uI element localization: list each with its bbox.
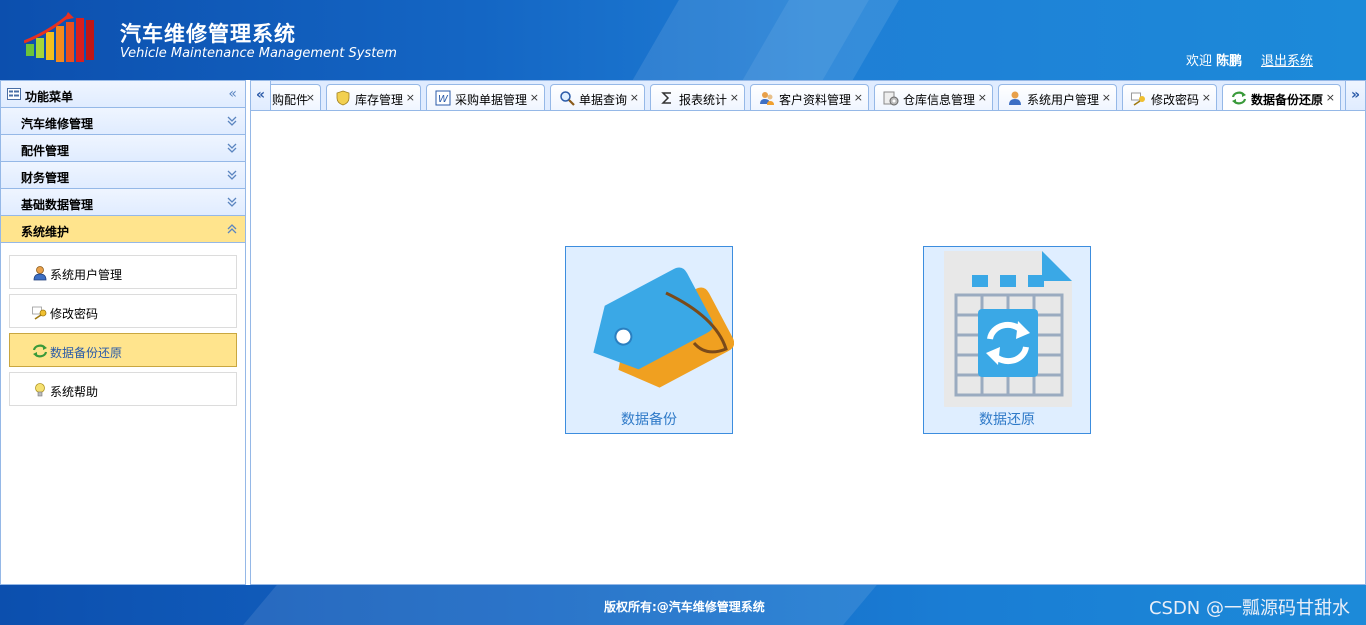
tab-label: 购配件 [272, 93, 309, 107]
tab-label: 系统用户管理 [1027, 93, 1100, 107]
menu-icon [7, 88, 21, 100]
sidebar-item-data-backup[interactable]: 数据备份还原 [9, 333, 237, 367]
app-header: 汽车维修管理系统 Vehicle Maintenance Management … [0, 0, 1366, 80]
key-icon [1131, 92, 1145, 106]
tab-change-password[interactable]: 修改密码 × [1122, 84, 1217, 110]
key-icon [32, 306, 47, 320]
restore-button[interactable]: 数据还原 [923, 246, 1091, 434]
restore-label: 数据还原 [979, 412, 1035, 428]
accordion-system-maintenance[interactable]: 系统维护 [1, 216, 245, 243]
tab-inventory[interactable]: 库存管理 × [326, 84, 421, 110]
sidebar-item-label: 修改密码 [50, 307, 99, 321]
collapse-sidebar-icon[interactable]: « [228, 86, 237, 102]
system-maintenance-menu: 系统用户管理 修改密码 数据备份还原 系统帮助 [1, 243, 245, 406]
sidebar-header: 功能菜单 « [1, 81, 245, 108]
close-icon[interactable]: × [530, 91, 539, 104]
refresh-icon [1231, 91, 1247, 105]
sidebar-title: 功能菜单 [25, 90, 74, 104]
tab-report-stats[interactable]: 报表统计 × [650, 84, 745, 110]
accordion-label: 汽车维修管理 [21, 117, 94, 131]
gear-icon [883, 91, 899, 106]
tab-data-backup[interactable]: 数据备份还原 × [1222, 84, 1341, 110]
tab-scroll-left-icon[interactable]: « [251, 81, 271, 110]
accordion-finance[interactable]: 财务管理 [1, 162, 245, 189]
sidebar-item-label: 数据备份还原 [50, 346, 123, 360]
tab-label: 客户资料管理 [779, 93, 852, 107]
tab-label: 修改密码 [1151, 93, 1200, 107]
chevron-down-icon [227, 197, 237, 207]
logo-icon [24, 12, 94, 62]
search-icon [560, 91, 575, 106]
user-name: 陈鹏 [1216, 54, 1243, 69]
backup-label: 数据备份 [621, 412, 677, 428]
welcome-prefix: 欢迎 [1186, 54, 1213, 69]
user-icon [1009, 91, 1021, 105]
close-icon[interactable]: × [306, 91, 315, 104]
sidebar-item-system-users[interactable]: 系统用户管理 [9, 255, 237, 289]
shield-icon [336, 90, 350, 106]
accordion-label: 系统维护 [21, 225, 70, 239]
close-icon[interactable]: × [1326, 91, 1335, 104]
accordion-label: 财务管理 [21, 171, 70, 185]
sigma-icon [661, 92, 671, 104]
word-icon: W [435, 90, 451, 106]
chevron-down-icon [227, 116, 237, 126]
welcome-text: 欢迎 陈鹏 [1186, 50, 1242, 69]
chevron-down-icon [227, 170, 237, 180]
bulb-icon [35, 383, 45, 397]
logout-link[interactable]: 退出系统 [1261, 50, 1313, 69]
copyright-text: 版权所有:@汽车维修管理系统 [604, 600, 765, 614]
app-subtitle: Vehicle Maintenance Management System [120, 46, 397, 61]
tab-label: 采购单据管理 [455, 93, 528, 107]
tab-scroll-right-icon[interactable]: » [1345, 81, 1365, 110]
close-icon[interactable]: × [1102, 91, 1111, 104]
sheet-refresh-icon [944, 251, 1072, 407]
chevron-up-icon [227, 224, 237, 234]
close-icon[interactable]: × [854, 91, 863, 104]
sidebar-item-label: 系统用户管理 [50, 268, 123, 282]
tab-customer-info[interactable]: 客户资料管理 × [750, 84, 869, 110]
svg-text:W: W [438, 94, 449, 105]
accordion-label: 基础数据管理 [21, 198, 94, 212]
tab-label: 数据备份还原 [1251, 93, 1324, 107]
backup-button[interactable]: 数据备份 [565, 246, 734, 434]
price-tag-icon [593, 267, 734, 388]
app-title: 汽车维修管理系统 [120, 22, 296, 46]
accordion-parts[interactable]: 配件管理 [1, 135, 245, 162]
app-footer: 版权所有:@汽车维修管理系统 CSDN @一瓢源码甘甜水 [0, 585, 1366, 625]
refresh-icon [32, 344, 48, 358]
close-icon[interactable]: × [630, 91, 639, 104]
tab-strip: 购配件 × 库存管理 × W 采购单据管理 × 单据查询 × 报表统计 × 客户… [251, 81, 1365, 111]
tab-label: 仓库信息管理 [903, 93, 976, 107]
sidebar-item-system-help[interactable]: 系统帮助 [9, 372, 237, 406]
tab-purchase-parts[interactable]: 购配件 × [265, 84, 321, 110]
close-icon[interactable]: × [978, 91, 987, 104]
chevron-down-icon [227, 143, 237, 153]
tab-label: 单据查询 [579, 93, 628, 107]
sidebar: 功能菜单 « 汽车维修管理 配件管理 财务管理 基础数据管理 系统维护 系统用户… [0, 80, 246, 585]
accordion-label: 配件管理 [21, 144, 70, 158]
sidebar-item-change-password[interactable]: 修改密码 [9, 294, 237, 328]
sidebar-item-label: 系统帮助 [50, 385, 99, 399]
watermark-text: CSDN @一瓢源码甘甜水 [1148, 598, 1350, 619]
close-icon[interactable]: × [406, 91, 415, 104]
accordion-vehicle-repair[interactable]: 汽车维修管理 [1, 108, 245, 135]
accordion-basic-data[interactable]: 基础数据管理 [1, 189, 245, 216]
tab-system-users[interactable]: 系统用户管理 × [998, 84, 1117, 110]
tab-document-query[interactable]: 单据查询 × [550, 84, 645, 110]
tab-content: 数据备份 数据还原 [251, 111, 1365, 584]
tab-warehouse-info[interactable]: 仓库信息管理 × [874, 84, 993, 110]
close-icon[interactable]: × [730, 91, 739, 104]
people-icon [760, 92, 774, 105]
tab-panel: 购配件 × 库存管理 × W 采购单据管理 × 单据查询 × 报表统计 × 客户… [250, 80, 1366, 585]
user-icon [33, 266, 47, 281]
close-icon[interactable]: × [1202, 91, 1211, 104]
tab-label: 报表统计 [679, 93, 728, 107]
tab-purchase-orders[interactable]: W 采购单据管理 × [426, 84, 545, 110]
tab-label: 库存管理 [355, 93, 404, 107]
